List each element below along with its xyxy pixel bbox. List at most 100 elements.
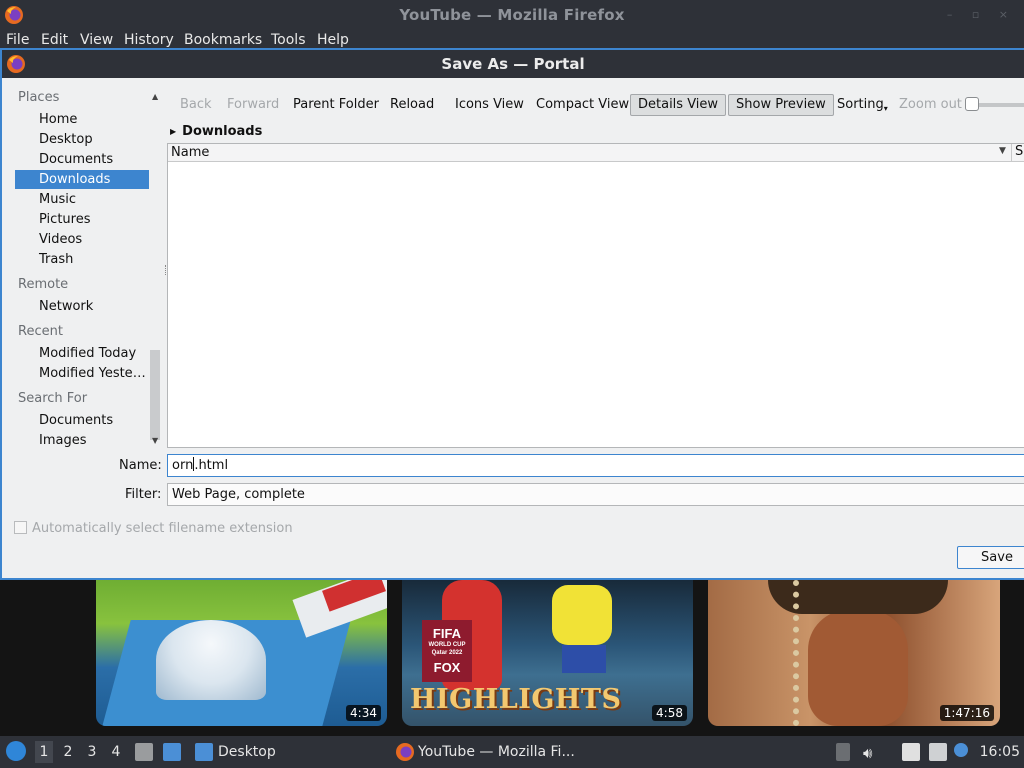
places-item-documents[interactable]: Documents [15, 150, 149, 169]
places-item-videos[interactable]: Videos [15, 230, 149, 249]
notifications-icon[interactable] [954, 743, 968, 757]
scroll-down-arrow-icon[interactable]: ▼ [152, 436, 158, 445]
places-item-pictures[interactable]: Pictures [15, 210, 149, 229]
firefox-icon [396, 743, 414, 761]
sorting-button[interactable]: Sorting▾ [829, 94, 896, 116]
zoom-slider-track[interactable] [977, 103, 1024, 107]
parent-folder-button[interactable]: Parent Folder [285, 94, 387, 116]
forward-button[interactable]: Forward [219, 94, 287, 116]
thumbnail-art [562, 645, 606, 673]
menu-help[interactable]: Help [317, 32, 349, 48]
icons-view-button[interactable]: Icons View [447, 94, 532, 116]
zoom-slider-handle[interactable] [965, 97, 979, 111]
taskbar-desktop[interactable]: Desktop [218, 744, 276, 760]
auto-extension-checkbox[interactable] [14, 521, 27, 534]
back-button[interactable]: Back [172, 94, 220, 116]
youtube-video-grid: 4:34 FIFA WORLD CUP Qatar 2022 FOX HIGHL… [0, 580, 1024, 736]
expand-triangle-icon[interactable]: ▶ [170, 127, 176, 136]
video-thumbnail-2[interactable]: FIFA WORLD CUP Qatar 2022 FOX HIGHLIGHTS… [402, 580, 693, 726]
file-manager-icon[interactable] [135, 743, 153, 761]
zoom-out-button[interactable]: Zoom out [891, 94, 970, 116]
thumbnail-art [808, 610, 908, 726]
chevron-down-icon: ▾ [883, 104, 888, 113]
menu-edit[interactable]: Edit [41, 32, 68, 48]
filter-select[interactable]: Web Page, complete [167, 483, 1024, 506]
filter-selected-value: Web Page, complete [172, 487, 305, 502]
filter-label: Filter: [125, 487, 162, 502]
firefox-titlebar: YouTube — Mozilla Firefox – ▫ × [0, 0, 1024, 30]
places-scrollbar[interactable]: ▲ ▼ [150, 90, 162, 450]
highlights-overlay-text: HIGHLIGHTS [410, 684, 622, 715]
tray-up-icon[interactable] [836, 743, 850, 761]
places-item-network[interactable]: Network [15, 297, 149, 316]
dialog-toolbar: Back Forward Parent Folder Reload Icons … [167, 94, 1024, 118]
show-preview-button[interactable]: Show Preview [728, 94, 834, 116]
thumbnail-art [793, 580, 817, 726]
workspace-3[interactable]: 3 [83, 741, 101, 763]
file-list-header: Name ▼ Si [168, 144, 1024, 162]
menu-view[interactable]: View [80, 32, 113, 48]
window-controls[interactable]: – ▫ × [947, 8, 1016, 21]
dialog-title: Save As — Portal [441, 55, 585, 73]
places-item-trash[interactable]: Trash [15, 250, 149, 269]
dialog-titlebar: Save As — Portal [2, 50, 1024, 78]
places-item-search-images[interactable]: Images [15, 431, 149, 450]
start-menu-icon[interactable] [6, 741, 26, 761]
network-icon[interactable] [929, 743, 947, 761]
firefox-menubar: File Edit View History Bookmarks Tools H… [0, 30, 1024, 50]
auto-extension-label: Automatically select filename extension [32, 521, 293, 536]
scroll-up-arrow-icon[interactable]: ▲ [152, 92, 158, 101]
video-thumbnail-1[interactable]: 4:34 [96, 580, 387, 726]
scrollbar-thumb[interactable] [150, 350, 160, 440]
auto-extension-option: Automatically select filename extension [14, 521, 293, 536]
menu-bookmarks[interactable]: Bookmarks [184, 32, 262, 48]
save-button[interactable]: Save [957, 546, 1024, 569]
fifa-badge-title: FIFA [432, 626, 462, 641]
video-duration: 4:58 [652, 705, 687, 721]
places-item-modified-today[interactable]: Modified Today [15, 344, 149, 363]
breadcrumb: ▶ Downloads [170, 124, 262, 139]
places-heading: Places [18, 90, 60, 105]
workspace-2[interactable]: 2 [59, 741, 77, 763]
menu-tools[interactable]: Tools [271, 32, 306, 48]
taskbar-firefox-task[interactable]: YouTube — Mozilla Fi... [418, 744, 575, 760]
reload-button[interactable]: Reload [382, 94, 442, 116]
places-item-desktop[interactable]: Desktop [15, 130, 149, 149]
breadcrumb-downloads[interactable]: Downloads [182, 124, 262, 139]
fifa-badge-year: Qatar 2022 [431, 650, 463, 656]
menu-history[interactable]: History [124, 32, 174, 48]
thumbnail-art [156, 620, 266, 700]
places-item-modified-yesterday[interactable]: Modified Yester… [15, 364, 149, 383]
thumbnail-art [552, 585, 612, 645]
clipboard-icon[interactable] [902, 743, 920, 761]
workspace-4[interactable]: 4 [107, 741, 125, 763]
recent-heading: Recent [18, 324, 63, 339]
video-thumbnail-3[interactable]: 1:47:16 [708, 580, 1000, 726]
fifa-badge-subtitle: WORLD CUP [428, 642, 466, 648]
fox-logo: FOX [433, 660, 461, 675]
column-header-size[interactable]: Si [1011, 144, 1024, 162]
show-desktop-icon[interactable] [163, 743, 181, 761]
folder-icon [195, 743, 213, 761]
places-item-music[interactable]: Music [15, 190, 149, 209]
menu-file[interactable]: File [6, 32, 29, 48]
column-header-name[interactable]: Name [171, 145, 209, 160]
file-list[interactable]: Name ▼ Si [167, 143, 1024, 448]
compact-view-button[interactable]: Compact View [528, 94, 637, 116]
places-item-search-documents[interactable]: Documents [15, 411, 149, 430]
save-button-label: Save [981, 550, 1013, 565]
workspace-1[interactable]: 1 [35, 741, 53, 763]
firefox-window-title: YouTube — Mozilla Firefox [399, 6, 625, 24]
places-item-home[interactable]: Home [15, 110, 149, 129]
name-label: Name: [119, 458, 162, 473]
clock: 16:05 [979, 744, 1020, 760]
volume-icon[interactable]: 🔊︎ [863, 744, 872, 762]
fifa-badge: FIFA WORLD CUP Qatar 2022 FOX [422, 620, 472, 682]
places-item-downloads[interactable]: Downloads [15, 170, 149, 189]
filename-text-before-caret: orn [172, 458, 194, 473]
taskbar: 1 2 3 4 Desktop YouTube — Mozilla Fi... … [0, 736, 1024, 768]
filename-input[interactable]: orn.html [167, 454, 1024, 477]
places-panel: Places Home Desktop Documents Downloads … [12, 90, 149, 450]
sort-descending-icon: ▼ [999, 146, 1006, 156]
details-view-button[interactable]: Details View [630, 94, 727, 116]
